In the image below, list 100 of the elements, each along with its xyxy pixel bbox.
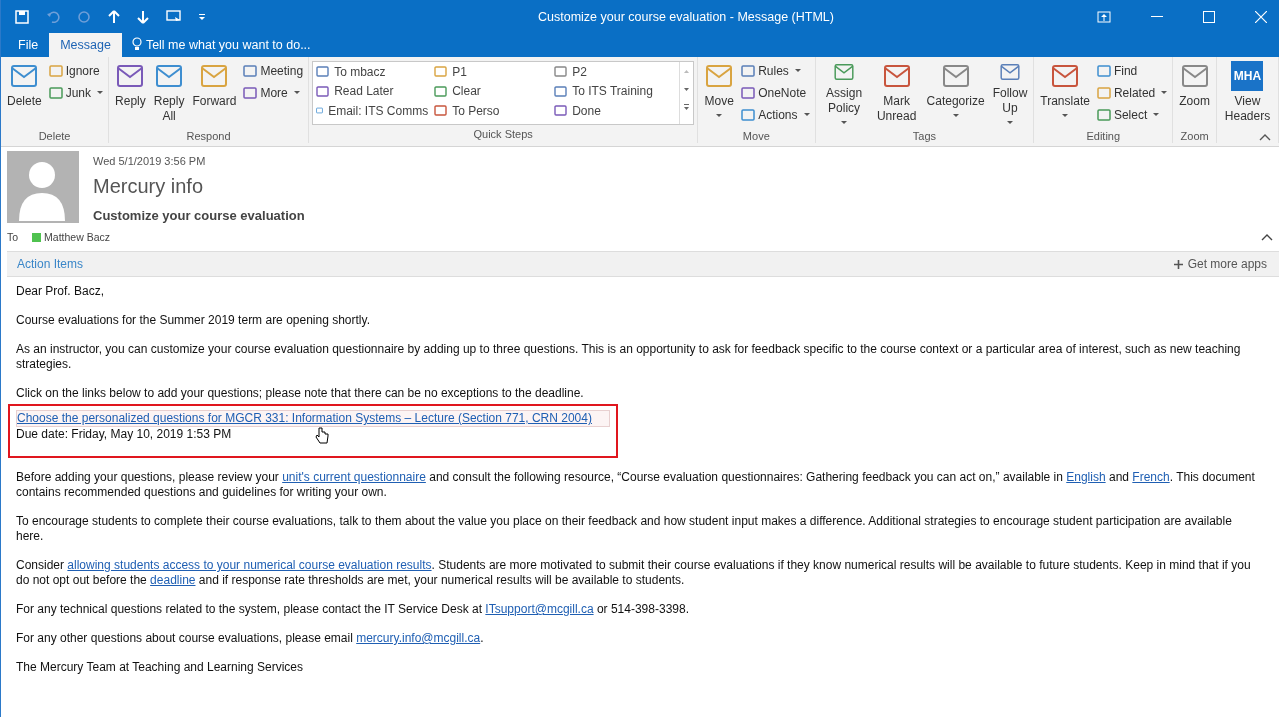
command-icon <box>554 84 568 98</box>
screen-icon[interactable] <box>166 9 182 24</box>
body-link[interactable]: ITsupport@mcgill.ca <box>485 602 594 616</box>
ribbon-button[interactable]: Rules <box>739 60 812 81</box>
command-icon <box>554 104 568 118</box>
customize-caret-icon[interactable] <box>199 13 205 20</box>
body-paragraph: For any technical questions related to the system, please contact the IT Service Desk at ITsupport@mcgill.ca or 514-398-3398. <box>16 602 690 617</box>
body-paragraph: Dear Prof. Bacz, <box>16 284 106 299</box>
collapse-ribbon-icon[interactable] <box>1259 133 1271 141</box>
ribbon-button[interactable]: Zoom <box>1176 60 1213 130</box>
ribbon-button[interactable]: Categorize <box>923 60 988 130</box>
body-link[interactable]: unit's current questionnaire <box>282 470 426 484</box>
save-icon[interactable] <box>15 9 29 24</box>
minimize-icon[interactable] <box>1151 15 1163 18</box>
up-arrow-icon[interactable] <box>108 9 120 24</box>
ribbon-button[interactable]: MHA View Headers <box>1219 60 1275 130</box>
body-link[interactable]: French <box>1132 470 1170 484</box>
command-icon <box>741 107 756 122</box>
ribbon-button[interactable]: Actions <box>739 104 812 125</box>
message-date: Wed 5/1/2019 3:56 PM <box>93 155 207 167</box>
group-label: Editing <box>1085 130 1122 143</box>
command-icon <box>1096 63 1111 78</box>
ribbon-button[interactable]: Reply All <box>150 60 188 130</box>
ribbon-button[interactable]: Translate <box>1037 60 1093 130</box>
command-icon <box>48 85 63 100</box>
body-paragraph: The Mercury Team at Teaching and Learning Services <box>16 660 305 675</box>
command-icon <box>434 84 448 98</box>
lightbulb-icon <box>131 37 142 51</box>
ribbon-button[interactable]: Reply <box>112 60 149 130</box>
command-icon <box>434 104 448 118</box>
command-icon <box>554 65 568 79</box>
message-subject: Customize your course evaluation <box>93 208 305 223</box>
quick-step[interactable]: To mbacz <box>313 62 432 82</box>
command-icon <box>741 63 756 78</box>
body-paragraph: To encourage students to complete their course evaluations, talk to them about the value you place on their feedback and how student input makes a difference. Additional strategies to encourage student participation are available here. <box>16 514 1233 544</box>
action-items-link[interactable]: Action Items <box>17 257 84 271</box>
command-icon <box>1096 85 1111 100</box>
command-icon <box>48 63 63 78</box>
body-link[interactable]: English <box>1066 470 1106 484</box>
command-icon <box>1096 107 1111 122</box>
ribbon-button[interactable]: Meeting <box>241 60 306 81</box>
ribbon-button[interactable]: Select <box>1094 104 1170 125</box>
group-label: Zoom <box>1179 130 1210 143</box>
body-paragraph: For any other questions about course evaluations, please email mercury.info@mcgill.ca. <box>16 631 485 646</box>
body-link[interactable]: deadline <box>150 573 196 587</box>
plus-icon <box>1173 259 1183 269</box>
maximize-icon[interactable] <box>1203 10 1215 23</box>
body-link[interactable]: allowing students access to your numerical course evaluation results <box>67 558 432 572</box>
group-label: Respond <box>185 130 232 143</box>
mha-logo: MHA <box>1231 61 1264 91</box>
body-paragraph: Consider allowing students access to your numerical course evaluation results. Students are more motivated to submit their course evaluations if they know numerical results will be available to future students. Keep in mind that if you do not opt out before the deadline and if response rate thresholds are met, your numerical results will be available to students. <box>16 558 1252 588</box>
ribbon-button[interactable]: Ignore <box>46 60 106 81</box>
group-label: Delete <box>37 130 72 143</box>
window-title: Customize your course evaluation - Message (HTML) <box>537 9 835 24</box>
quick-step[interactable]: Email: ITS Comms <box>313 101 432 121</box>
body-paragraph: As an instructor, you can customize your course evaluation questionnaire by adding up to three questions. This is an opportunity to ask for feedback specific to the course context or a particular area of interest, such as new teaching strategies. <box>16 342 1242 372</box>
ribbon-button[interactable]: Assign Policy <box>818 60 870 130</box>
command-icon <box>316 84 330 98</box>
ribbon-display-icon[interactable] <box>1097 10 1111 23</box>
ribbon-button[interactable]: OneNote <box>739 82 812 103</box>
ribbon-button[interactable]: Related <box>1094 82 1170 103</box>
quick-step[interactable]: P1 <box>431 62 552 82</box>
presence-icon <box>32 232 42 242</box>
quick-step[interactable]: Read Later <box>313 81 432 101</box>
ribbon-tab[interactable]: Message <box>49 33 122 57</box>
quick-step[interactable]: Done <box>551 101 672 121</box>
command-icon <box>243 63 258 78</box>
command-icon <box>741 85 756 100</box>
avatar-silhouette <box>7 151 79 223</box>
recipient-name[interactable]: Matthew Bacz <box>44 231 111 243</box>
quick-step[interactable]: To ITS Training <box>551 81 672 101</box>
body-paragraph: Before adding your questions, please review your unit's current questionnaire and consult the following resource, “Course evaluation questionnaires: Gathering feedback you can act on,” available in English and French. This document contains recommended questions and guidelines for writing your own. <box>16 470 1256 500</box>
ribbon-button[interactable]: Mark Unread <box>871 60 922 130</box>
ribbon-button[interactable]: Follow Up <box>989 60 1031 130</box>
close-icon[interactable] <box>1255 10 1267 23</box>
group-label: Quick Steps <box>472 128 534 142</box>
quick-step[interactable]: Clear <box>431 81 552 101</box>
body-paragraph: Click on the links below to add your questions; please note that there can be no exceptions to the deadline. <box>16 386 585 401</box>
ribbon-button[interactable]: Delete <box>4 60 45 130</box>
due-date: Due date: Friday, May 10, 2019 1:53 PM <box>16 427 232 442</box>
collapse-header-icon[interactable] <box>1261 233 1273 241</box>
body-paragraph: Course evaluations for the Summer 2019 term are opening shortly. <box>16 313 371 328</box>
command-icon <box>316 65 330 79</box>
ribbon-button[interactable]: Find <box>1094 60 1170 81</box>
command-icon <box>434 65 448 79</box>
to-label: To <box>7 231 19 243</box>
tell-me-field[interactable]: Tell me what you want to do... <box>145 33 346 57</box>
ribbon-button[interactable]: Forward <box>189 60 240 130</box>
quick-step[interactable]: To Perso <box>431 101 552 121</box>
quick-step[interactable]: P2 <box>551 62 672 82</box>
command-icon <box>243 85 258 100</box>
down-arrow-icon[interactable] <box>137 9 149 24</box>
get-more-apps-button[interactable]: Get more apps <box>1167 256 1273 272</box>
group-label: Tags <box>911 130 938 143</box>
group-label: Move <box>741 130 771 143</box>
ribbon-button[interactable]: More <box>241 82 306 103</box>
ribbon-tab[interactable]: File <box>7 33 50 57</box>
ribbon-button[interactable]: Move <box>701 60 738 130</box>
sender-name: Mercury info <box>93 175 205 198</box>
ribbon-button[interactable]: Junk <box>46 82 106 103</box>
